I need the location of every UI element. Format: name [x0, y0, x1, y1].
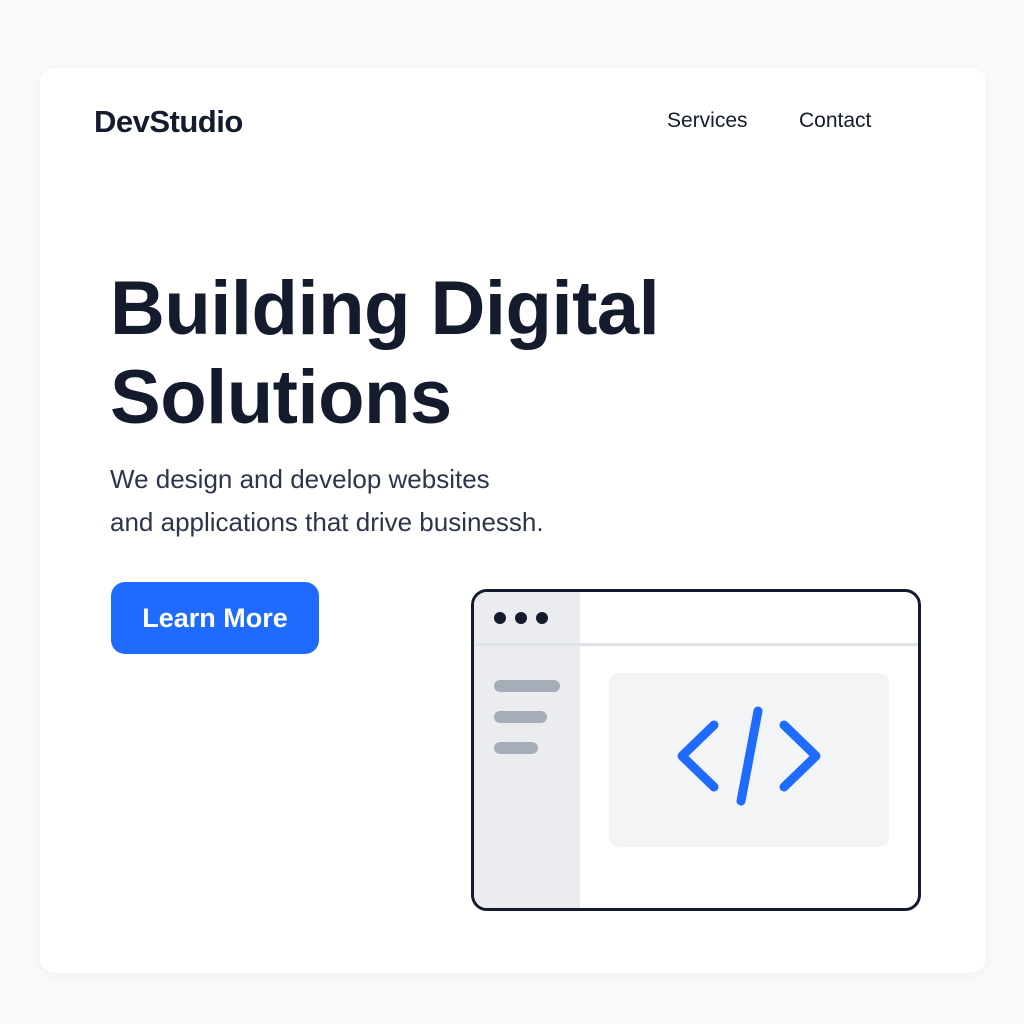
hero-subtitle-line-1: We design and develop websites [110, 464, 490, 494]
code-brackets-icon [677, 706, 821, 806]
sidebar-line [494, 711, 547, 723]
landing-card: DevStudio Services Contact Building Digi… [40, 68, 986, 973]
nav-link-contact[interactable]: Contact [799, 109, 871, 133]
window-dot-icon [494, 612, 506, 624]
sidebar-line [494, 680, 560, 692]
illustration-divider [474, 643, 918, 646]
sidebar-line [494, 742, 538, 754]
illustration-content-panel [609, 673, 889, 847]
hero-title: Building Digital Solutions [110, 264, 660, 442]
window-dot-icon [536, 612, 548, 624]
hero-subtitle: We design and develop websites and appli… [110, 458, 544, 544]
brand-logo[interactable]: DevStudio [94, 104, 243, 140]
nav-link-services[interactable]: Services [667, 109, 748, 133]
browser-window-illustration [471, 589, 921, 911]
learn-more-button[interactable]: Learn More [111, 582, 319, 654]
hero-title-line-1: Building Digital [110, 266, 660, 351]
hero-subtitle-line-2: and applications that drive businessh. [110, 507, 544, 537]
hero-title-line-2: Solutions [110, 355, 452, 440]
window-dot-icon [515, 612, 527, 624]
